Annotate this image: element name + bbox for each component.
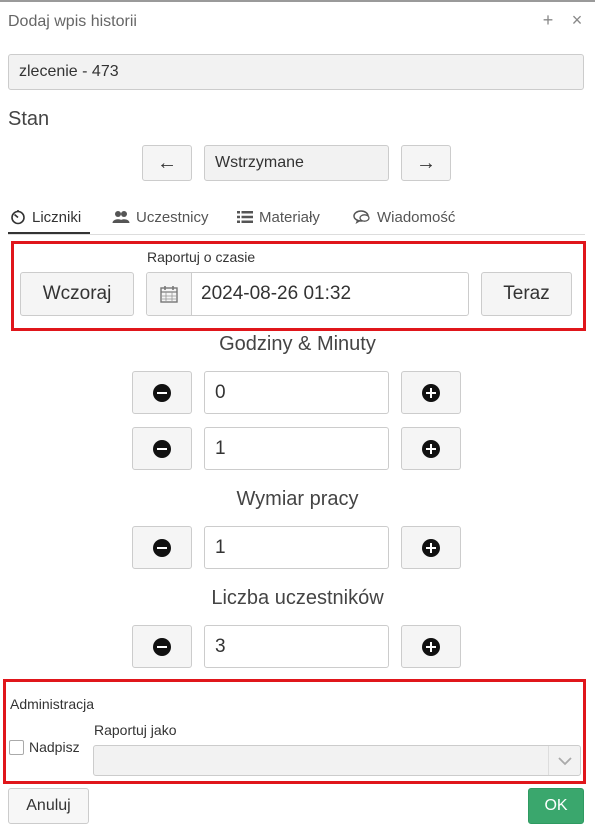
- datetime-field[interactable]: 2024-08-26 01:32: [146, 272, 469, 316]
- work-dimension-decrement-button[interactable]: [132, 526, 192, 569]
- yesterday-button-label: Wczoraj: [42, 283, 112, 304]
- state-field: Wstrzymane: [204, 145, 389, 181]
- hours-input[interactable]: 0: [204, 371, 389, 414]
- dialog-title: Dodaj wpis historii: [8, 13, 137, 30]
- arrow-right-icon: →: [416, 151, 436, 174]
- participants-increment-button[interactable]: [401, 625, 461, 668]
- tab-wiadomosc[interactable]: Wiadomość: [353, 205, 455, 229]
- minutes-value: 1: [215, 437, 226, 459]
- ok-button-label: OK: [544, 797, 568, 814]
- minus-circle-icon: [153, 383, 171, 402]
- tab-uczestnicy-label: Uczestnicy: [136, 208, 209, 226]
- tab-materialy[interactable]: Materiały: [237, 205, 320, 229]
- tab-materialy-label: Materiały: [259, 208, 320, 226]
- ok-button[interactable]: OK: [528, 788, 584, 824]
- report-as-dropdown-toggle[interactable]: [548, 746, 580, 775]
- minutes-decrement-button[interactable]: [132, 427, 192, 470]
- plus-circle-icon: [422, 637, 440, 656]
- add-history-dialog: Dodaj wpis historii + × zlecenie - 473 S…: [0, 0, 595, 835]
- close-icon[interactable]: ×: [569, 10, 585, 30]
- calendar-icon: [160, 286, 178, 303]
- admin-heading: Administracja: [10, 696, 95, 712]
- chevron-down-icon: [557, 756, 572, 765]
- now-button[interactable]: Teraz: [481, 272, 572, 316]
- work-dimension-value: 1: [215, 536, 226, 558]
- overwrite-label: Nadpisz: [29, 739, 80, 755]
- next-state-button[interactable]: →: [401, 145, 451, 181]
- plus-circle-icon: [422, 383, 440, 402]
- now-button-label: Teraz: [503, 283, 550, 304]
- active-tab-indicator: [8, 232, 90, 234]
- state-value: Wstrzymane: [215, 154, 304, 171]
- minutes-input[interactable]: 1: [204, 427, 389, 470]
- list-icon: [237, 211, 253, 223]
- participants-decrement-button[interactable]: [132, 625, 192, 668]
- minus-circle-icon: [153, 439, 171, 458]
- yesterday-button[interactable]: Wczoraj: [20, 272, 134, 316]
- order-field-value: zlecenie - 473: [19, 63, 119, 80]
- calendar-button[interactable]: [147, 273, 192, 315]
- tab-liczniki-label: Liczniki: [32, 208, 82, 226]
- datetime-value: 2024-08-26 01:32: [201, 283, 352, 304]
- hours-value: 0: [215, 381, 226, 403]
- hours-decrement-button[interactable]: [132, 371, 192, 414]
- plus-circle-icon: [422, 439, 440, 458]
- minutes-increment-button[interactable]: [401, 427, 461, 470]
- chat-icon: [353, 210, 370, 224]
- plus-circle-icon: [422, 538, 440, 557]
- report-as-select[interactable]: [93, 745, 581, 776]
- participants-input[interactable]: 3: [204, 625, 389, 668]
- work-dimension-increment-button[interactable]: [401, 526, 461, 569]
- tab-bar: Liczniki Uczestnicy Materiały Wiadomość: [8, 202, 585, 235]
- order-field[interactable]: zlecenie - 473: [8, 54, 584, 90]
- state-heading: Stan: [8, 108, 50, 130]
- cancel-button[interactable]: Anuluj: [8, 788, 89, 824]
- minus-circle-icon: [153, 637, 171, 656]
- participants-value: 3: [215, 635, 226, 657]
- add-icon[interactable]: +: [540, 10, 556, 30]
- hours-increment-button[interactable]: [401, 371, 461, 414]
- tab-uczestnicy[interactable]: Uczestnicy: [112, 205, 209, 229]
- tab-liczniki[interactable]: Liczniki: [10, 205, 81, 229]
- tab-wiadomosc-label: Wiadomość: [377, 208, 456, 226]
- arrow-left-icon: ←: [157, 151, 177, 174]
- users-icon: [112, 211, 130, 223]
- participants-heading: Liczba uczestników: [211, 587, 384, 609]
- work-dimension-input[interactable]: 1: [204, 526, 389, 569]
- cancel-button-label: Anuluj: [26, 797, 71, 814]
- timer-icon: [11, 210, 25, 225]
- overwrite-checkbox[interactable]: [9, 739, 24, 755]
- minus-circle-icon: [153, 538, 171, 557]
- hours-minutes-heading: Godziny & Minuty: [219, 333, 376, 355]
- overwrite-checkbox-group[interactable]: Nadpisz: [9, 739, 80, 755]
- prev-state-button[interactable]: ←: [142, 145, 192, 181]
- report-as-label: Raportuj jako: [94, 722, 177, 738]
- work-dimension-heading: Wymiar pracy: [236, 488, 359, 510]
- report-time-label: Raportuj o czasie: [147, 249, 256, 265]
